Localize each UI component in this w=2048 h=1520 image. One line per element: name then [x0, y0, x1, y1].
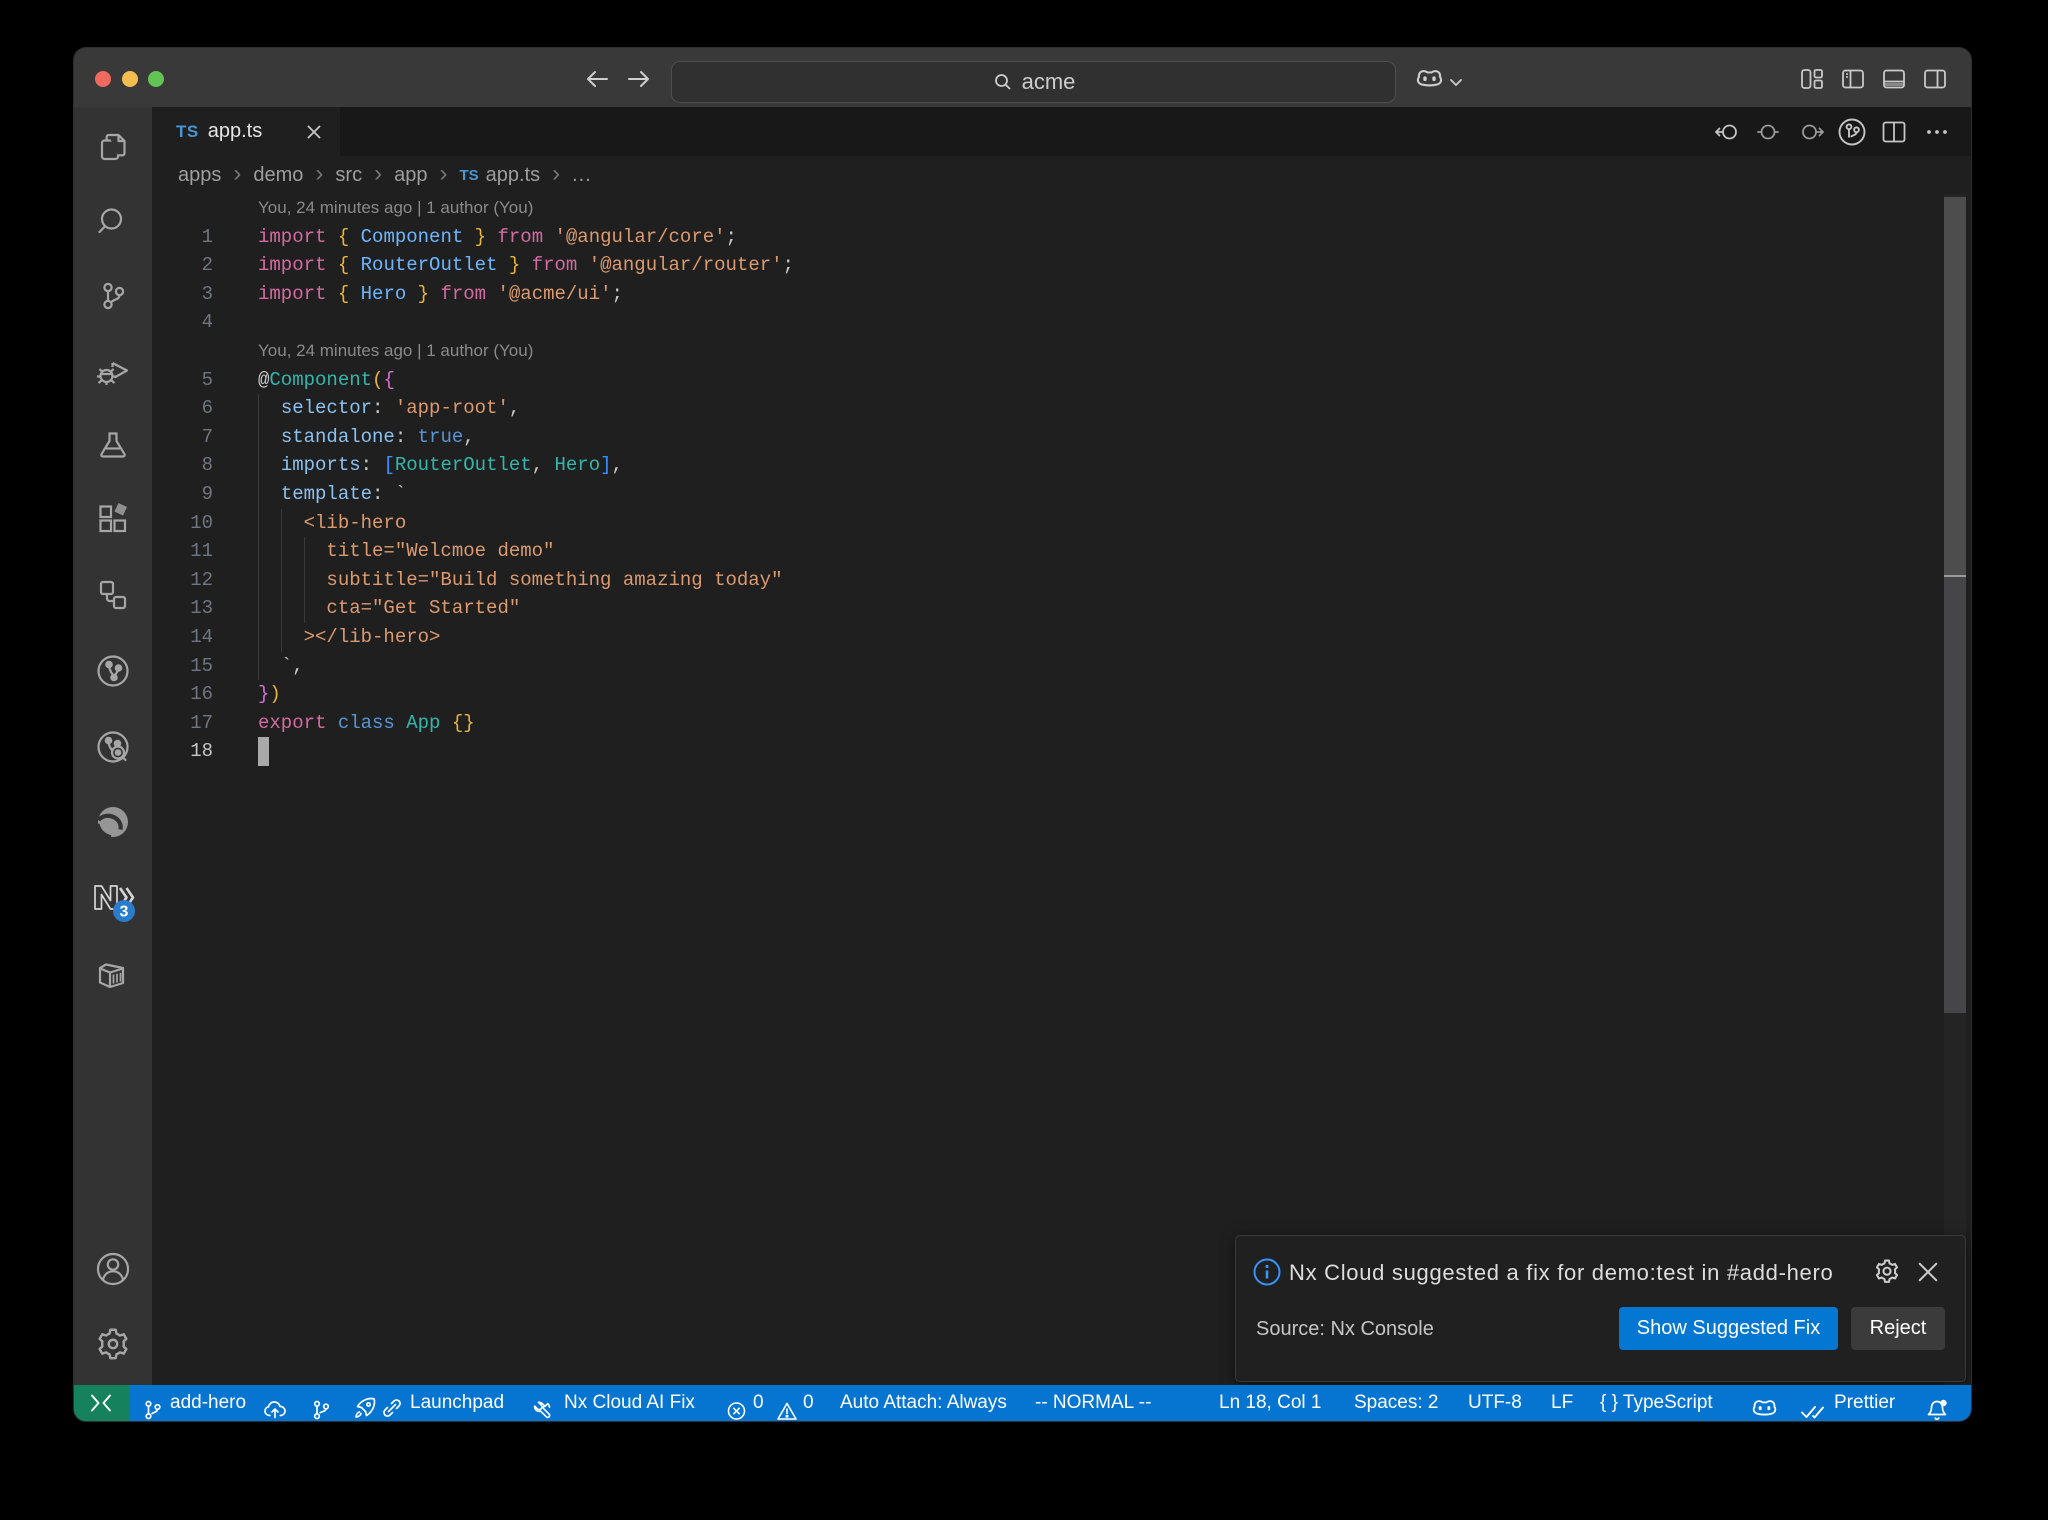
svg-text:3: 3: [120, 904, 129, 921]
